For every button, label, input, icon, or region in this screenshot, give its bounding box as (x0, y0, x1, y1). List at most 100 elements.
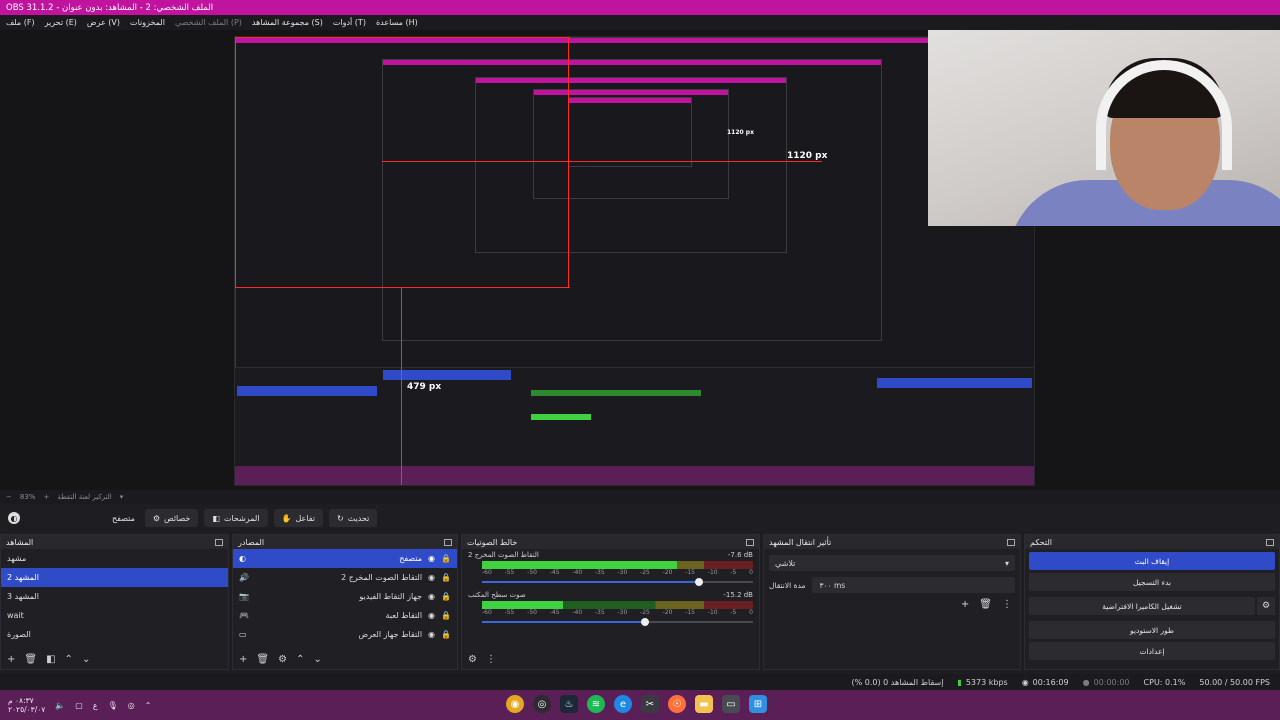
menu-tools[interactable]: أدوات (T) (333, 18, 366, 27)
source-item[interactable]: 🎮 التقاط لعبة ◉ 🔒 (233, 606, 457, 625)
microphone-icon[interactable]: 🎙 (108, 701, 118, 710)
scene-item[interactable]: wait (1, 606, 228, 625)
volume-slider[interactable] (482, 577, 753, 587)
eye-icon[interactable]: ◉ (428, 630, 435, 639)
slider-knob[interactable] (640, 618, 649, 626)
selected-source-name: متصفح (112, 513, 135, 523)
eye-icon[interactable]: ◉ (428, 611, 435, 620)
menu-docks[interactable]: المخزونات (130, 18, 165, 27)
scene-item[interactable]: مشهد (1, 549, 228, 568)
lock-icon[interactable]: 🔒 (441, 554, 451, 563)
gear-icon[interactable]: ⚙ (278, 654, 287, 665)
source-item[interactable]: 🔊 التقاط الصوت المخرج 2 ◉ 🔒 (233, 568, 457, 587)
volume-icon[interactable]: 🔈 (55, 701, 65, 710)
obs-icon[interactable]: ◎ (533, 695, 551, 713)
properties-button[interactable]: ⚙ خصائص (144, 509, 199, 527)
filter-icon[interactable]: ◧ (46, 654, 55, 665)
guide-line-top (235, 37, 570, 38)
slider-knob[interactable] (694, 578, 703, 586)
add-icon[interactable]: + (961, 599, 969, 610)
add-icon[interactable]: + (7, 654, 15, 665)
speaker-icon: 🔊 (239, 573, 249, 582)
gear-icon[interactable]: ⚙ (468, 654, 477, 665)
stop-streaming-button[interactable]: إيقاف البث (1029, 552, 1275, 570)
filters-button[interactable]: ◧ المرشحات (204, 509, 268, 527)
lock-icon[interactable]: 🔒 (441, 592, 451, 601)
lock-icon[interactable]: 🔒 (441, 611, 451, 620)
recursive-screen-capture: 1120 px 1120 px 479 px (234, 36, 1035, 486)
popout-icon[interactable] (215, 538, 223, 546)
chevron-up-icon[interactable]: ⌃ (65, 654, 73, 665)
stream-time: 00:16:09 (1032, 677, 1069, 687)
clock-time: ٠٨:٣٧ م (8, 696, 34, 705)
interact-label: تفاعل (295, 513, 316, 523)
file-explorer-icon[interactable]: ▬ (695, 695, 713, 713)
mixer-channel: صوت سطح المكتب -15.2 dB -60 -55 -50 -45 -40-… (462, 589, 759, 629)
lock-icon[interactable]: 🔒 (441, 630, 451, 639)
eye-icon[interactable]: ◉ (428, 554, 435, 563)
source-item[interactable]: 📷 جهاز التقاط الفيديو ◉ 🔒 (233, 587, 457, 606)
menu-edit[interactable]: تحرير (E) (45, 18, 77, 27)
menu-view[interactable]: عرض (V) (87, 18, 120, 27)
clock[interactable]: ٠٨:٣٧ م ٢٠٢٥/٠٣/٠٧ (8, 696, 45, 714)
source-name: متصفح (399, 554, 423, 563)
app-window-icon[interactable]: ▭ (722, 695, 740, 713)
language-indicator[interactable]: ع (93, 701, 98, 710)
volume-slider[interactable] (482, 617, 753, 627)
nested-taskbar (235, 466, 1034, 485)
popout-icon[interactable] (1266, 538, 1274, 546)
start-virtual-camera-button[interactable]: تشغيل الكاميرا الافتراضية (1029, 597, 1255, 615)
menu-scene-collection[interactable]: مجموعة المشاهد (S) (252, 18, 323, 27)
chevron-up-icon[interactable]: ⌃ (296, 654, 304, 665)
duration-input[interactable]: ٣٠٠ ms (811, 577, 1015, 593)
chevron-down-icon[interactable]: ⌄ (313, 654, 321, 665)
guide-line-left (235, 37, 236, 287)
zoom-in-icon[interactable]: + (43, 493, 49, 501)
display-icon[interactable]: ▢ (75, 701, 83, 710)
chevron-down-icon[interactable]: ▾ (120, 493, 124, 501)
interact-button[interactable]: ✋ تفاعل (273, 509, 324, 527)
source-item-selected[interactable]: ◐ متصفح ◉ 🔒 (233, 549, 457, 568)
scene-item-selected[interactable]: المشهد 2 (1, 568, 228, 587)
popout-icon[interactable] (1007, 538, 1015, 546)
menu-profile[interactable]: الملف الشخصي (P) (175, 18, 242, 27)
scene-item[interactable]: المشهد 3 (1, 587, 228, 606)
menu-file[interactable]: ملف (F) (6, 18, 35, 27)
refresh-button[interactable]: ↻ تحديث (329, 509, 378, 527)
lock-icon[interactable]: 🔒 (441, 573, 451, 582)
taskbar-apps: ◉ ◎ ♨ ≋ e ✂ ☉ ▬ ▭ ⊞ (506, 695, 767, 713)
more-icon[interactable]: ⋮ (486, 654, 496, 665)
chevron-down-icon[interactable]: ⌄ (82, 654, 90, 665)
more-icon[interactable]: ⋮ (1002, 599, 1012, 610)
preview-canvas[interactable]: 1120 px 1120 px 479 px (0, 30, 1280, 490)
trash-icon[interactable]: 🗑 (24, 654, 37, 665)
chevron-up-icon[interactable]: ⌃ (145, 701, 152, 710)
settings-button[interactable]: إعدادات (1029, 642, 1275, 660)
transition-select[interactable]: تلاشي ▾ (769, 555, 1015, 571)
zoom-out-icon[interactable]: − (6, 493, 12, 501)
scene-item[interactable]: الصورة (1, 625, 228, 644)
add-icon[interactable]: + (239, 654, 247, 665)
gamepad-icon: 🎮 (239, 611, 249, 620)
eye-icon[interactable]: ◉ (428, 573, 435, 582)
studio-mode-button[interactable]: طور الاستوديو (1029, 621, 1275, 639)
popout-icon[interactable] (444, 538, 452, 546)
trash-icon[interactable]: 🗑 (979, 599, 992, 610)
gear-icon[interactable]: ⚙ (1257, 597, 1275, 615)
capcut-icon[interactable]: ✂ (641, 695, 659, 713)
spotify-icon[interactable]: ≋ (587, 695, 605, 713)
transitions-title: تأثير انتقال المشهد (769, 537, 832, 547)
steam-icon[interactable]: ♨ (560, 695, 578, 713)
edge-icon[interactable]: e (614, 695, 632, 713)
menu-help[interactable]: مساعدة (H) (376, 18, 418, 27)
source-item[interactable]: ▭ التقاط جهاز العرض ◉ 🔒 (233, 625, 457, 644)
chrome-icon[interactable]: ◉ (506, 695, 524, 713)
windows-start-icon[interactable]: ⊞ (749, 695, 767, 713)
popout-icon[interactable] (746, 538, 754, 546)
firefox-icon[interactable]: ☉ (668, 695, 686, 713)
start-recording-button[interactable]: بدء التسجيل (1029, 573, 1275, 591)
eye-icon[interactable]: ◉ (428, 592, 435, 601)
signal-icon: ▮ (957, 677, 962, 687)
trash-icon[interactable]: 🗑 (256, 654, 269, 665)
obs-tray-icon[interactable]: ◎ (128, 701, 135, 710)
